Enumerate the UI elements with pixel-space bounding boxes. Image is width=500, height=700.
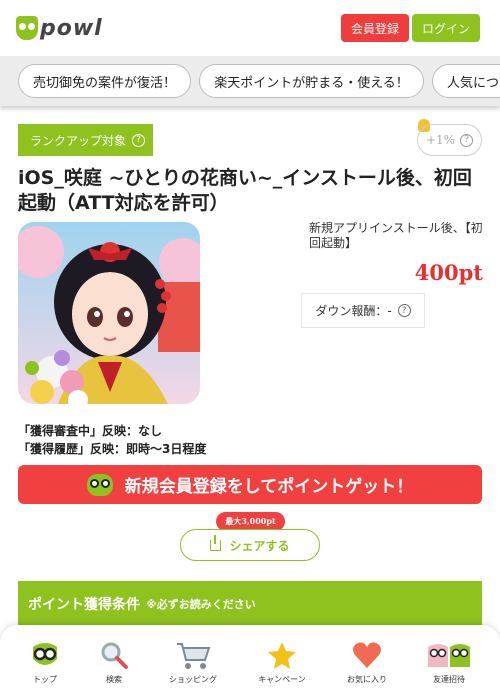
login-button[interactable]: ログイン	[412, 14, 480, 42]
chip-popular[interactable]: 人気につ	[432, 64, 500, 98]
help-icon[interactable]: ?	[132, 133, 146, 147]
reflect-history-text: 「獲得履歴」反映：即時～3日程度	[18, 442, 207, 456]
nav-item-shopping[interactable]: ショッピング	[158, 639, 228, 685]
owl-icon	[86, 473, 113, 496]
chip-sold-out-revival[interactable]: 売切御免の案件が復活！	[18, 64, 191, 98]
bonus-rate-badge[interactable]: +1% ?	[417, 124, 482, 156]
nav-label: 友達招待	[433, 675, 465, 684]
friends-icon	[427, 639, 471, 671]
conditions-header: ポイント獲得条件 ※必ずお読みください	[18, 581, 482, 627]
nav-item-invite[interactable]: 友達招待	[414, 639, 484, 685]
site-header: powl 会員登録 ログイン	[0, 0, 500, 56]
powl-logo[interactable]: powl	[16, 14, 103, 42]
owl-logo-icon	[16, 16, 38, 40]
nav-item-search[interactable]: 検索	[79, 639, 149, 685]
rank-up-label: ランクアップ対象	[30, 133, 127, 148]
logo-text: powl	[40, 15, 103, 41]
cart-icon	[175, 639, 211, 671]
nav-label: トップ	[33, 675, 57, 684]
conditions-note: ※必ずお読みください	[146, 598, 256, 611]
help-icon[interactable]: ?	[397, 304, 411, 317]
feature-chip-bar: 売切御免の案件が復活！ 楽天ポイントが貯まる・使える！ 人気につ	[0, 56, 500, 106]
share-icon	[210, 534, 222, 551]
register-button[interactable]: 会員登録	[341, 14, 409, 42]
share-label: シェアする	[229, 538, 290, 553]
reflection-info: 「獲得審査中」反映：なし 「獲得履歴」反映：即時～3日程度	[18, 422, 206, 458]
nav-label: キャンペーン	[258, 675, 306, 684]
app-artwork-image	[18, 222, 200, 404]
nav-item-favorites[interactable]: お気に入り	[332, 639, 402, 685]
signup-banner-button[interactable]: 新規会員登録をしてポイントゲット！	[18, 465, 482, 504]
owl-icon	[30, 639, 60, 671]
offer-description: 新規アプリインストール後、【初回起動】	[309, 221, 483, 250]
nav-label: 検索	[106, 675, 122, 684]
nav-item-campaign[interactable]: キャンペーン	[247, 639, 317, 685]
heart-icon	[352, 639, 382, 671]
nav-label: ショッピング	[169, 675, 217, 684]
reflect-review-text: 「獲得審査中」反映：なし	[18, 424, 163, 438]
search-icon	[99, 639, 129, 671]
bonus-rate-label: +1%	[425, 133, 456, 147]
down-reward-label: ダウン報酬：-	[315, 304, 392, 318]
signup-banner-label: 新規会員登録をしてポイントゲット！	[124, 477, 414, 497]
nav-label: お気に入り	[347, 675, 387, 684]
help-icon[interactable]: ?	[460, 133, 474, 147]
star-icon	[267, 639, 297, 671]
nav-item-top[interactable]: トップ	[10, 639, 80, 685]
bottom-nav: トップ 検索 ショッピング キャンペーン お気に入り 友達招待	[0, 625, 500, 700]
offer-points: 400pt	[414, 260, 483, 285]
chip-rakuten-points[interactable]: 楽天ポイントが貯まる・使える！	[199, 64, 424, 98]
conditions-title: ポイント獲得条件	[28, 597, 140, 613]
share-button[interactable]: シェアする	[180, 529, 320, 561]
down-reward-box[interactable]: ダウン報酬：- ?	[301, 293, 425, 328]
rank-up-badge[interactable]: ランクアップ対象 ?	[18, 124, 153, 156]
offer-title: iOS_咲庭 ~ひとりの花商い~_インストール後、初回起動（ATT対応を許可）	[18, 167, 472, 214]
